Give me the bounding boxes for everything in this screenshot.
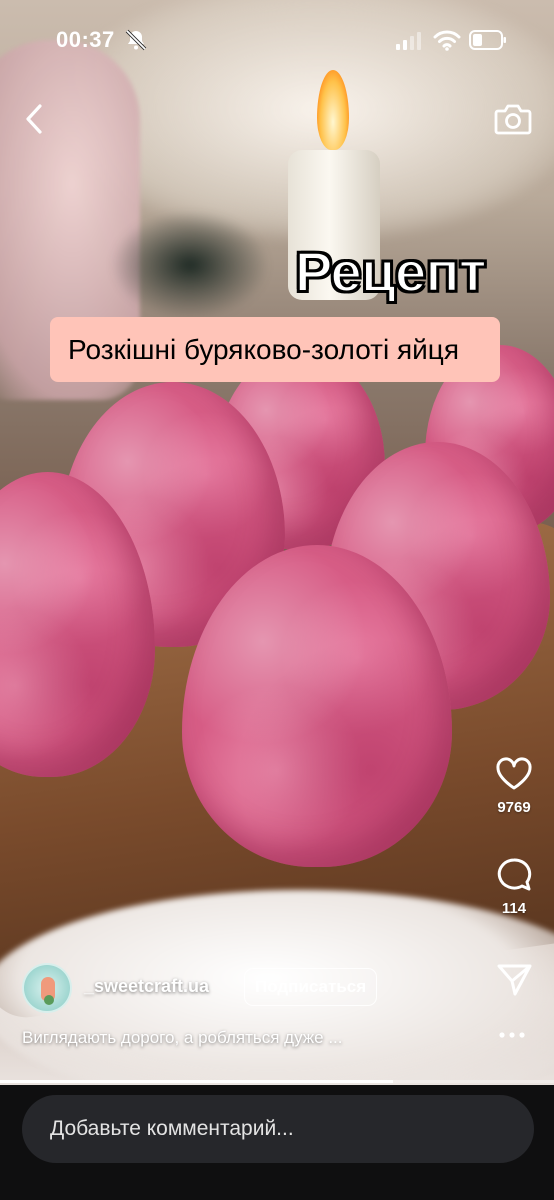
status-bar: 00:37 (0, 0, 554, 84)
reel-subtitle: Розкішні буряково-золоті яйця (50, 317, 500, 382)
comment-bar (0, 1085, 554, 1200)
status-time: 00:37 (56, 27, 115, 52)
reel-title: Рецепт (294, 240, 487, 303)
share-button[interactable] (484, 960, 544, 998)
wifi-icon (433, 30, 461, 51)
video-progress-bar[interactable] (0, 1080, 554, 1083)
video-progress-fill (0, 1080, 394, 1083)
comment-input[interactable] (22, 1095, 534, 1163)
background-leaves (110, 210, 270, 320)
author-username[interactable]: _sweetcraft.ua (84, 976, 209, 997)
signal-icon (396, 32, 421, 50)
avatar-leaf (44, 995, 54, 1005)
avatar[interactable] (22, 963, 72, 1013)
camera-button[interactable] (493, 100, 533, 138)
comment-button[interactable]: 114 (484, 856, 544, 917)
reel-caption[interactable]: Виглядають дорого, а робляться дуже ... (22, 1028, 422, 1048)
subscribe-button[interactable]: Подписаться (244, 968, 378, 1006)
bell-slash-icon (125, 29, 147, 51)
comment-icon (497, 858, 532, 891)
more-horizontal-icon[interactable] (498, 1030, 526, 1040)
battery-icon (469, 30, 506, 50)
send-icon (497, 964, 532, 996)
like-button[interactable]: 9769 (484, 755, 544, 816)
comment-count: 114 (501, 900, 527, 917)
back-button[interactable] (18, 100, 52, 138)
author-row: _sweetcraft.ua Подписаться (22, 963, 402, 1013)
heart-icon (496, 757, 532, 790)
reel-video[interactable] (0, 0, 554, 1085)
like-count: 9769 (497, 799, 531, 816)
